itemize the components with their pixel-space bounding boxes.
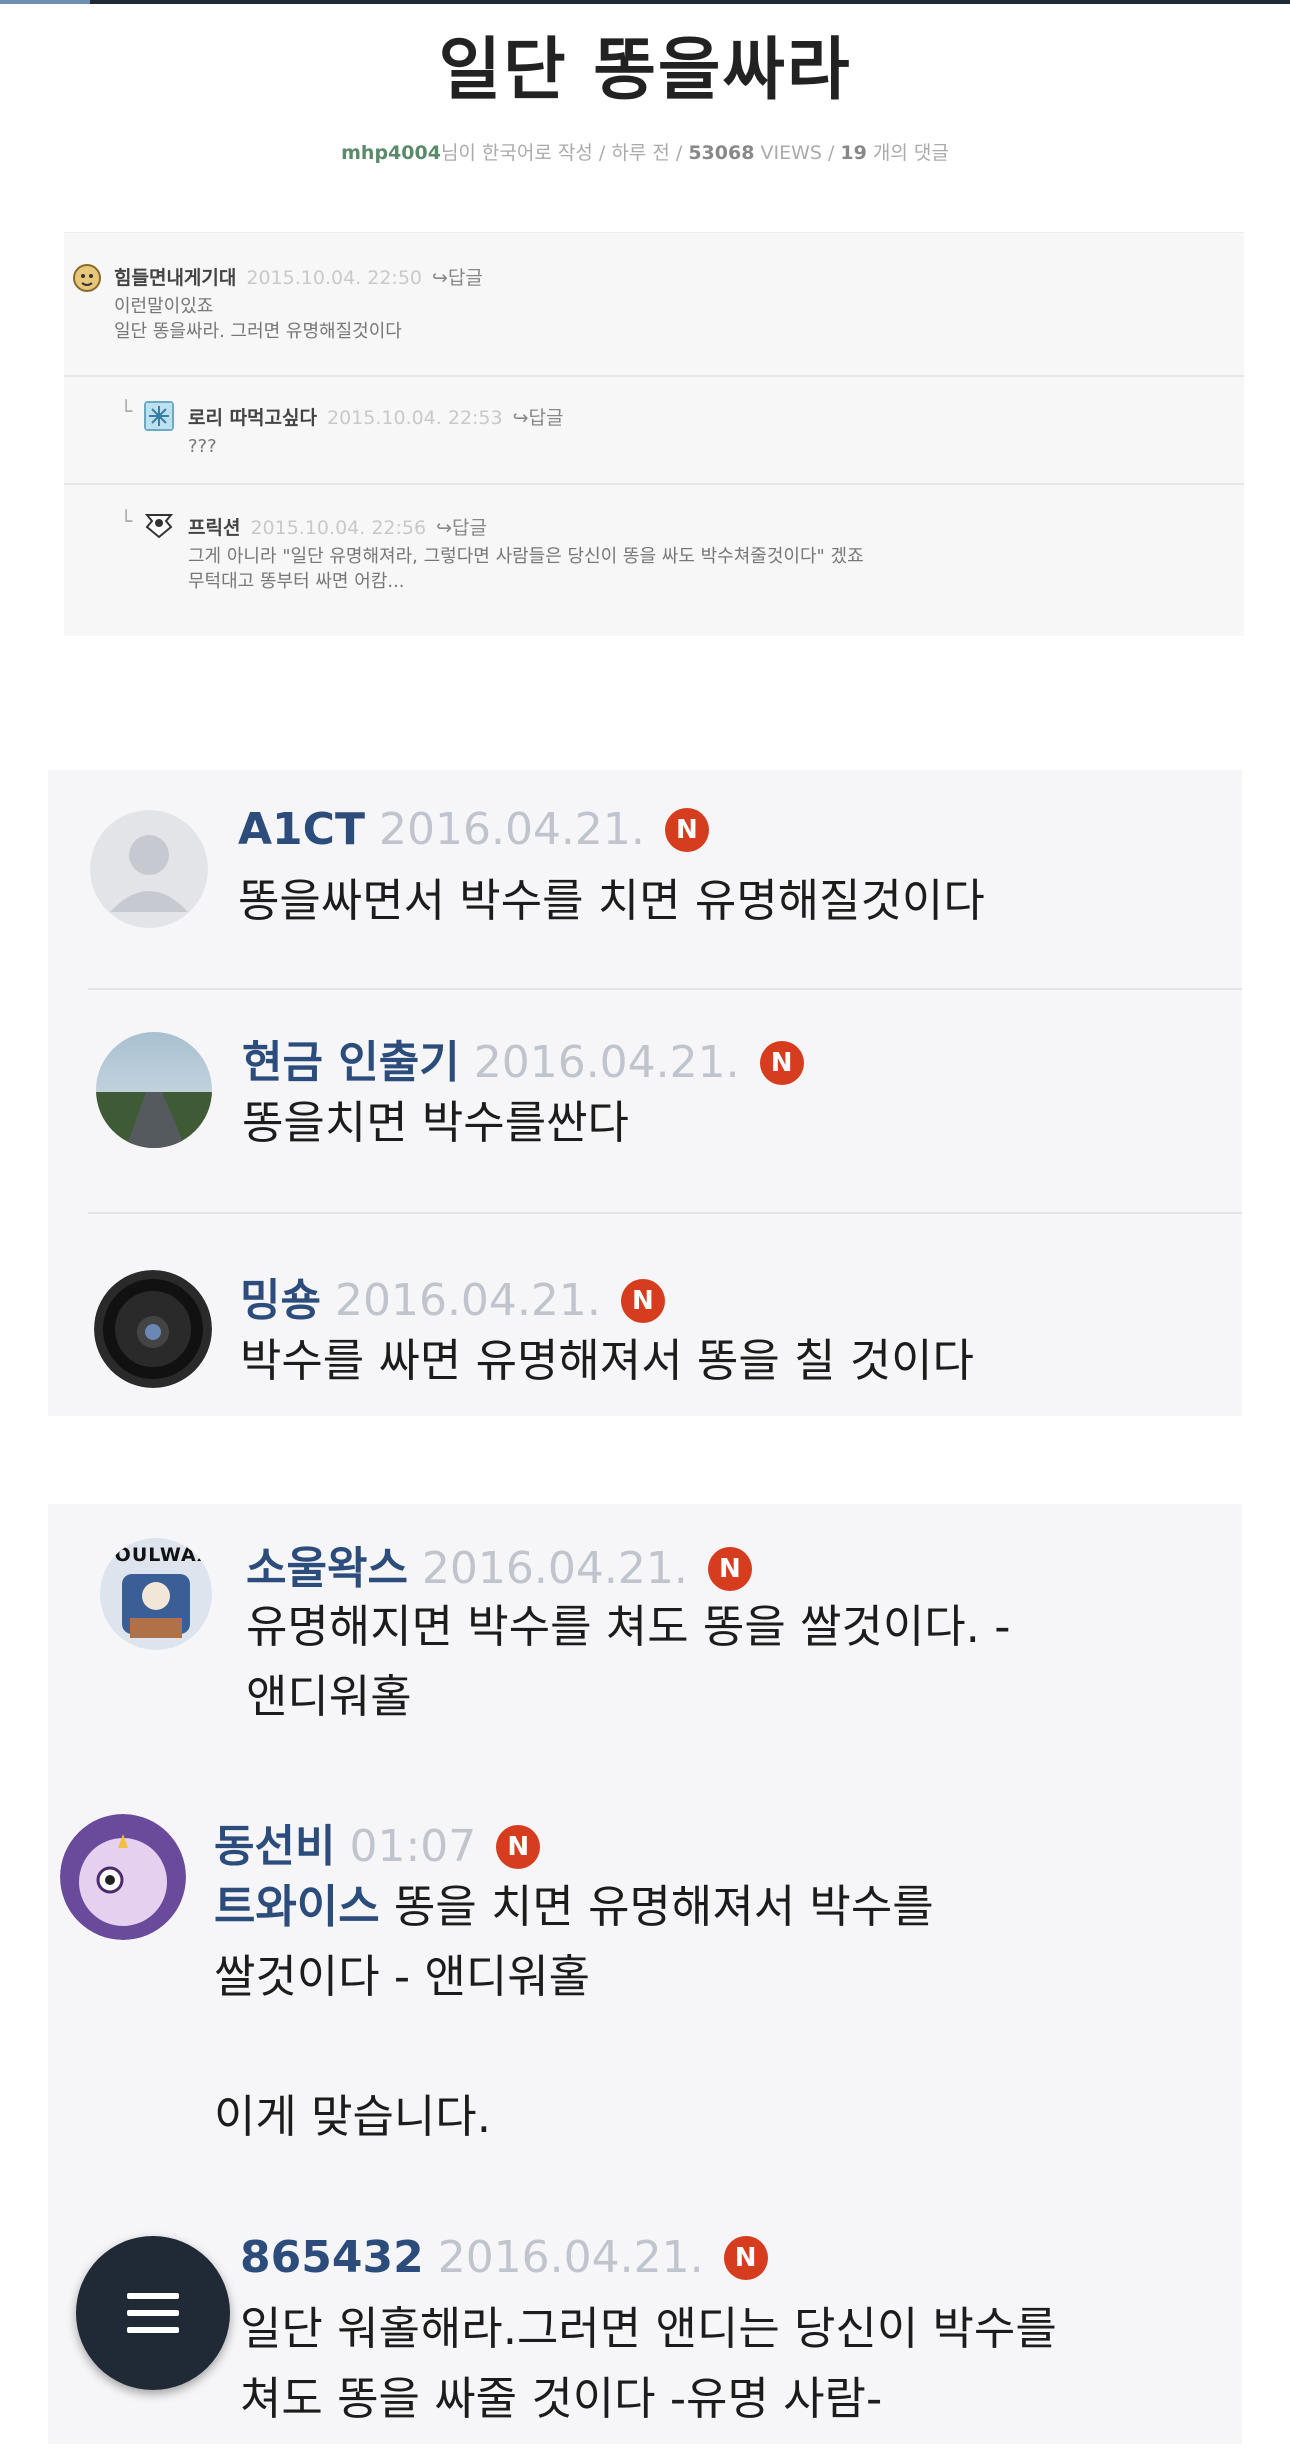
reply-arrow-icon: └ <box>120 509 133 533</box>
comment-text: 쳐도 똥을 싸줄 것이다 -유명 사람- <box>240 2372 883 2425</box>
mention-link[interactable]: 트와이스 <box>214 1880 380 1933</box>
comment-date: 2016.04.21. <box>378 804 645 855</box>
top-bar <box>0 0 1290 4</box>
comment-header: 소울왁스 2016.04.21. N <box>246 1532 752 1596</box>
quoted-date: 2015.10.04. 22:56 <box>250 517 427 539</box>
landscape-avatar <box>96 1032 212 1148</box>
comment-text: 일단 워홀해라.그러면 앤디는 당신이 박수를 <box>240 2302 1057 2355</box>
divider <box>88 1212 1242 1214</box>
comment-date: 2016.04.21. <box>421 1543 688 1594</box>
comment-text-rest: 똥을 치면 유명해져서 박수를 <box>379 1880 934 1933</box>
user-level-icon <box>144 401 174 431</box>
comment-header: 865432 2016.04.21. N <box>240 2232 768 2283</box>
quoted-reply-link: ↪답글 <box>432 267 483 289</box>
quoted-text: 일단 똥을싸라. 그러면 유명해질것이다 <box>114 321 402 342</box>
comment-date: 01:07 <box>349 1821 477 1872</box>
new-badge: N <box>759 1041 804 1085</box>
new-badge: N <box>496 1825 541 1869</box>
quoted-comment: 로리 따먹고싶다 2015.10.04. 22:53 ↪답글 ??? <box>188 403 564 459</box>
comment-date: 2016.04.21. <box>334 1275 601 1326</box>
comment-text: 유명해지면 박수를 쳐도 똥을 쌀것이다. - <box>246 1600 1011 1653</box>
quoted-text: 무턱대고 똥부터 싸면 어캄... <box>188 571 405 592</box>
quoted-comment-screenshot: 힘들면내게기대 2015.10.04. 22:50 ↪답글 이런말이있죠 일단 똥을… <box>64 232 1244 636</box>
soulwax-avatar: SOULWAX <box>100 1538 212 1650</box>
comment-header: 밍숑 2016.04.21. N <box>240 1264 665 1328</box>
post-title: 일단 똥을싸라 <box>438 31 852 110</box>
comment-header: 동선비 01:07 N <box>214 1810 541 1874</box>
quoted-date: 2015.10.04. 22:50 <box>246 267 422 289</box>
quoted-nick: 프릭션 <box>188 517 241 539</box>
comment-text: 박수를 싸면 유명해져서 똥을 칠 것이다 <box>240 1334 974 1387</box>
comment-date: 2016.04.21. <box>437 2232 704 2283</box>
comment-nickname[interactable]: 현금 인출기 <box>242 1037 460 1088</box>
comment-section: A1CT 2016.04.21. N 똥을싸면서 박수를 치면 유명해질것이다 현금… <box>48 770 1242 1416</box>
quoted-text: ??? <box>188 436 217 457</box>
comment-nickname[interactable]: 동선비 <box>214 1821 335 1872</box>
quoted-nick: 힘들면내게기대 <box>114 267 237 289</box>
divider <box>64 483 1244 485</box>
comment-text: 이게 맞습니다. <box>214 2090 492 2143</box>
default-avatar-icon <box>90 810 208 928</box>
quoted-text: 이런말이있죠 <box>114 296 214 317</box>
comment-header: 현금 인출기 2016.04.21. N <box>242 1026 804 1090</box>
new-badge: N <box>620 1279 665 1323</box>
comment-text: 똥을치면 박수를싼다 <box>242 1096 629 1149</box>
post-comment-label: 개의 댓글 <box>866 142 949 164</box>
quoted-text: 그게 아니라 "일단 유명해져라, 그렇다면 사람들은 당신이 똥을 싸도 박수… <box>188 546 864 567</box>
quoted-comment: 힘들면내게기대 2015.10.04. 22:50 ↪답글 이런말이있죠 일단 똥을… <box>114 263 483 344</box>
comment-date: 2016.04.21. <box>473 1037 740 1088</box>
comment-text: 앤디워홀 <box>246 1670 412 1723</box>
comment-text: 똥을싸면서 박수를 치면 유명해질것이다 <box>238 874 985 927</box>
new-badge: N <box>707 1547 752 1591</box>
quoted-reply-link: ↪답글 <box>512 407 564 429</box>
divider <box>64 375 1244 377</box>
new-badge: N <box>723 2236 768 2280</box>
comment-text: 쌀것이다 - 앤디워홀 <box>214 1950 591 2003</box>
post-comment-count: 19 <box>840 142 867 164</box>
post-meta: mhp4004님이 한국어로 작성 / 하루 전 / 53068 VIEWS /… <box>0 138 1290 165</box>
post-meta-text: 님이 한국어로 작성 / 하루 전 / <box>440 142 689 164</box>
steering-wheel-avatar <box>94 1270 212 1388</box>
new-badge: N <box>664 808 709 852</box>
user-level-icon <box>73 264 101 292</box>
quoted-date: 2015.10.04. 22:53 <box>326 407 503 429</box>
post-author[interactable]: mhp4004 <box>341 142 441 164</box>
post-views-label: VIEWS / <box>754 142 841 164</box>
quoted-reply-link: ↪답글 <box>436 517 487 539</box>
post-views: 53068 <box>688 142 755 164</box>
comment-nickname[interactable]: 밍숑 <box>240 1275 321 1326</box>
reply-arrow-icon: └ <box>120 399 133 423</box>
user-level-icon <box>144 514 174 539</box>
quoted-comment: 프릭션 2015.10.04. 22:56 ↪답글 그게 아니라 "일단 유명해져라… <box>188 513 864 594</box>
comment-nickname[interactable]: 865432 <box>240 2232 424 2283</box>
comment-text: 트와이스 똥을 치면 유명해져서 박수를 <box>214 1872 934 1942</box>
divider <box>88 988 1242 990</box>
quoted-nick: 로리 따먹고싶다 <box>188 407 317 429</box>
top-bar-accent <box>0 0 90 4</box>
comment-nickname[interactable]: A1CT <box>238 804 365 855</box>
comment-header: A1CT 2016.04.21. N <box>238 804 709 855</box>
menu-button[interactable] <box>76 2236 230 2390</box>
comment-nickname[interactable]: 소울왁스 <box>246 1543 408 1594</box>
character-avatar <box>60 1814 186 1940</box>
